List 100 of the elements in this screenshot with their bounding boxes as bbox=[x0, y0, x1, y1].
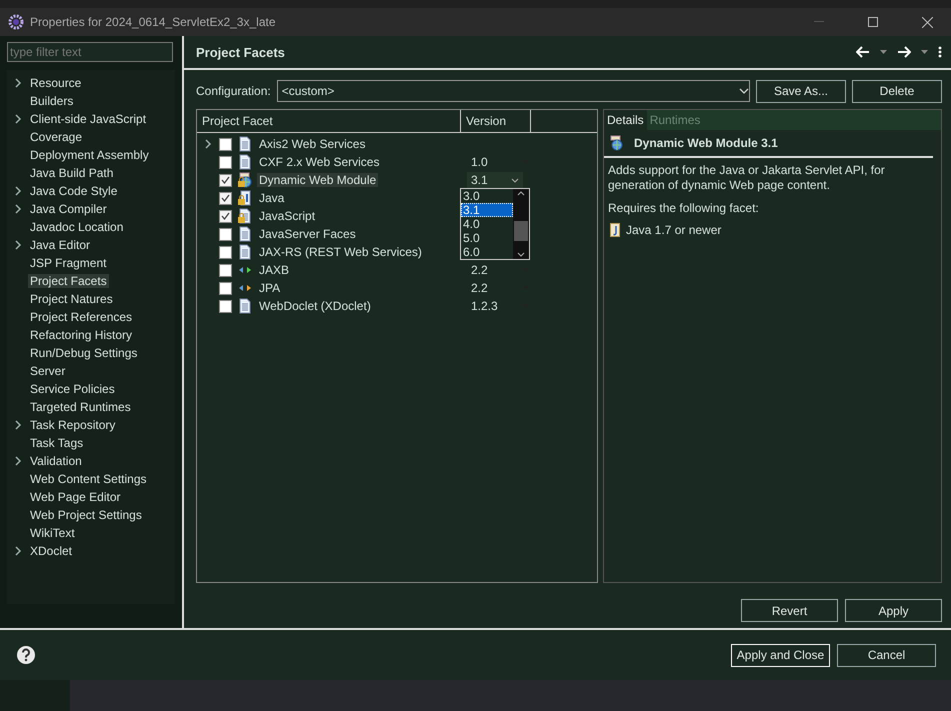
version-combo[interactable]: 3.1 bbox=[467, 172, 523, 188]
checkbox[interactable] bbox=[219, 156, 232, 168]
dropdown-icon bbox=[739, 88, 749, 94]
help-icon[interactable] bbox=[16, 645, 36, 665]
tree-item[interactable]: Web Content Settings bbox=[28, 472, 149, 486]
more-icon[interactable] bbox=[938, 46, 942, 58]
tree-item[interactable]: WikiText bbox=[28, 526, 77, 540]
requires-label: Requires the following facet: bbox=[607, 200, 760, 217]
maximize-icon[interactable] bbox=[868, 17, 878, 27]
facet-name[interactable]: Axis2 Web Services bbox=[257, 137, 368, 151]
facet-name[interactable]: Java bbox=[257, 191, 286, 205]
gear-icon bbox=[8, 14, 24, 30]
version-option[interactable]: 4.0 bbox=[461, 217, 513, 231]
page-button[interactable]: Apply bbox=[845, 599, 942, 622]
dialog-button[interactable]: Cancel bbox=[837, 644, 936, 666]
tree-item[interactable]: Server bbox=[28, 364, 68, 378]
configuration-dropdown[interactable]: <custom> bbox=[276, 80, 750, 102]
facet-name[interactable]: JAX-RS (REST Web Services) bbox=[257, 245, 424, 259]
expand-icon[interactable] bbox=[14, 204, 22, 214]
expand-icon[interactable] bbox=[14, 546, 22, 556]
configuration-label: Configuration: bbox=[196, 84, 271, 98]
checkbox[interactable] bbox=[219, 192, 232, 204]
tree-item[interactable]: Web Project Settings bbox=[28, 508, 144, 522]
facet-name[interactable]: CXF 2.x Web Services bbox=[257, 155, 382, 169]
dialog-button[interactable]: Apply and Close bbox=[731, 644, 830, 666]
version-option[interactable]: 3.1 bbox=[461, 203, 513, 217]
caret-icon[interactable] bbox=[921, 50, 928, 54]
tree-item[interactable]: Resource bbox=[28, 76, 84, 90]
scroll-thumb[interactable] bbox=[514, 221, 528, 241]
version-cell[interactable]: 2.2 bbox=[467, 262, 488, 278]
facet-name[interactable]: WebDoclet (XDoclet) bbox=[257, 299, 373, 313]
dropdown-icon bbox=[511, 178, 519, 182]
expand-icon[interactable] bbox=[14, 114, 22, 124]
page-button[interactable]: Revert bbox=[741, 599, 838, 622]
tree-item[interactable]: Service Policies bbox=[28, 382, 117, 396]
column-header[interactable]: Project Facet bbox=[197, 110, 461, 132]
tree-item[interactable]: Java Code Style bbox=[28, 184, 120, 198]
config-button[interactable]: Delete bbox=[852, 80, 942, 102]
checkbox[interactable] bbox=[219, 210, 232, 222]
tree-item[interactable]: Task Repository bbox=[28, 418, 118, 432]
facet-name[interactable]: JPA bbox=[257, 281, 282, 295]
checkbox[interactable] bbox=[219, 228, 232, 240]
facet-name[interactable]: JAXB bbox=[257, 263, 292, 277]
checkbox[interactable] bbox=[219, 138, 232, 150]
tree-item[interactable]: Run/Debug Settings bbox=[28, 346, 140, 360]
expand-icon[interactable] bbox=[14, 456, 22, 466]
tree-item[interactable]: Java Editor bbox=[28, 238, 92, 252]
page-title: Project Facets bbox=[196, 44, 286, 60]
facet-description: Adds support for the Java or Jakarta Servlet API, for generation of dynamic Web page content. bbox=[607, 162, 886, 193]
facet-name[interactable]: Dynamic Web Module bbox=[257, 173, 378, 187]
tree-item[interactable]: Project Natures bbox=[28, 292, 115, 306]
tree-item[interactable]: Javadoc Location bbox=[28, 220, 126, 234]
tree-item[interactable]: Web Page Editor bbox=[28, 490, 122, 504]
scrollbar[interactable] bbox=[513, 189, 529, 259]
tree-item[interactable]: Builders bbox=[28, 94, 76, 108]
filter-field[interactable]: type filter text bbox=[7, 42, 173, 62]
tree-item[interactable]: Task Tags bbox=[28, 436, 86, 450]
checkbox[interactable] bbox=[219, 246, 232, 258]
expand-icon[interactable] bbox=[14, 240, 22, 250]
tree-item[interactable]: JSP Fragment bbox=[28, 256, 108, 270]
details-title: Dynamic Web Module 3.1 bbox=[634, 136, 778, 150]
tree-item[interactable]: Client-side JavaScript bbox=[28, 112, 148, 126]
column-header[interactable]: Version bbox=[461, 110, 531, 132]
tree-item[interactable]: Targeted Runtimes bbox=[28, 400, 133, 414]
version-cell[interactable]: 1.2.3 bbox=[467, 298, 498, 314]
back-arrow-icon[interactable] bbox=[856, 46, 870, 58]
version-cell[interactable]: 1.0 bbox=[467, 154, 488, 170]
tree-item[interactable]: Refactoring History bbox=[28, 328, 134, 342]
close-icon[interactable] bbox=[922, 16, 932, 28]
forward-arrow-icon[interactable] bbox=[897, 46, 911, 58]
requirement: Java 1.7 or newer bbox=[626, 223, 722, 237]
tree-item[interactable]: Validation bbox=[28, 454, 84, 468]
checkbox[interactable] bbox=[219, 282, 232, 294]
checkbox[interactable] bbox=[219, 264, 232, 276]
version-option[interactable]: 5.0 bbox=[461, 231, 513, 245]
tree-item[interactable]: Java Compiler bbox=[28, 202, 109, 216]
checkbox[interactable] bbox=[219, 174, 232, 186]
expand-icon[interactable] bbox=[14, 186, 22, 196]
expand-icon[interactable] bbox=[204, 139, 212, 149]
tree-item[interactable]: Deployment Assembly bbox=[28, 148, 151, 162]
tree-item[interactable]: Java Build Path bbox=[28, 166, 116, 180]
version-option[interactable]: 6.0 bbox=[461, 245, 513, 259]
checkbox[interactable] bbox=[219, 300, 232, 312]
scroll-up-icon[interactable] bbox=[517, 191, 525, 196]
version-option[interactable]: 3.0 bbox=[461, 189, 513, 203]
tree-item[interactable]: Project References bbox=[28, 310, 134, 324]
tree-item[interactable]: Project Facets bbox=[28, 274, 109, 288]
facet-name[interactable]: JavaScript bbox=[257, 209, 318, 223]
scroll-down-icon[interactable] bbox=[517, 252, 525, 257]
config-button[interactable]: Save As... bbox=[756, 80, 846, 102]
facet-name[interactable]: JavaServer Faces bbox=[257, 227, 358, 241]
tab[interactable]: Details bbox=[604, 110, 647, 130]
version-cell[interactable]: 2.2 bbox=[467, 280, 488, 296]
tree-item[interactable]: Coverage bbox=[28, 130, 84, 144]
expand-icon[interactable] bbox=[14, 420, 22, 430]
expand-icon[interactable] bbox=[14, 78, 22, 88]
caret-icon[interactable] bbox=[880, 50, 887, 54]
tree-item[interactable]: XDoclet bbox=[28, 544, 74, 558]
window-title: Properties for 2024_0614_ServletEx2_3x_late bbox=[30, 15, 276, 29]
module-icon bbox=[608, 135, 624, 151]
